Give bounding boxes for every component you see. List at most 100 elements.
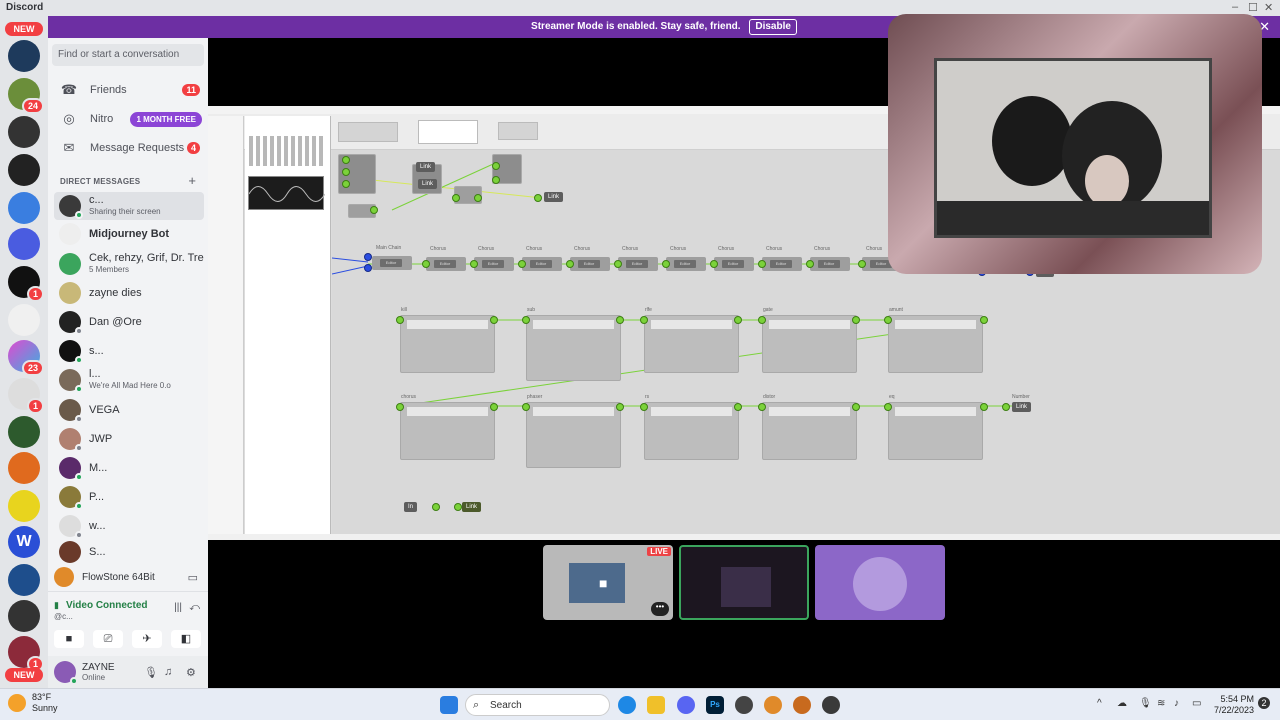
chorus-node[interactable]: Chorus Editor (762, 246, 802, 271)
screen-icon[interactable]: ▭ (188, 571, 198, 584)
disable-button[interactable]: Disable (749, 19, 797, 35)
module[interactable]: sub (526, 307, 621, 381)
dm-item[interactable]: M... (54, 454, 204, 482)
nav-nitro[interactable]: ◎ Nitro 1 MONTH FREE (54, 106, 204, 132)
dm-item[interactable]: JWP (54, 425, 204, 453)
weather-widget[interactable]: 83°F Sunny (8, 692, 58, 714)
now-playing[interactable]: FlowStone 64Bit ▭ (48, 565, 208, 589)
more-options-icon[interactable]: ••• (651, 602, 669, 616)
home-icon[interactable] (8, 40, 40, 72)
link-node[interactable]: Link (418, 179, 438, 189)
server-icon[interactable]: 1 (8, 378, 44, 414)
user-avatar[interactable] (54, 661, 78, 685)
stream-tile[interactable] (679, 545, 809, 620)
link-node[interactable]: Link (1012, 402, 1032, 412)
clock[interactable]: 5:54 PM 7/22/2023 (1214, 694, 1254, 716)
dm-item[interactable]: Midjourney Bot (54, 220, 204, 248)
chorus-node[interactable]: Chorus Editor (474, 246, 514, 271)
noise-suppression-icon[interactable]: ||| (174, 602, 182, 613)
server-icon[interactable] (8, 304, 40, 336)
microphone-tray-icon[interactable]: 🎙 (1139, 698, 1152, 709)
server-icon[interactable] (8, 228, 40, 260)
chorus-node[interactable]: Chorus Editor (810, 246, 850, 271)
chorus-node[interactable]: Chorus Editor (714, 246, 754, 271)
maximize-icon[interactable]: ☐ (1248, 1, 1258, 14)
server-icon[interactable] (8, 116, 40, 148)
dm-item[interactable]: zayne dies (54, 279, 204, 307)
dm-item[interactable]: l... We're All Mad Here 0.o (54, 366, 204, 394)
nav-friends[interactable]: ☎ Friends 11 (54, 77, 204, 103)
link-node[interactable]: Link (544, 192, 564, 202)
server-icon[interactable] (8, 416, 40, 448)
module[interactable]: distor (762, 394, 857, 460)
taskbar-search[interactable]: ⌕ Search (465, 694, 610, 716)
chorus-node[interactable]: Chorus Editor (522, 246, 562, 271)
app-icon[interactable] (764, 696, 782, 714)
in-node[interactable]: In (404, 502, 418, 512)
add-dm-button[interactable]: + (188, 173, 196, 188)
app-icon[interactable] (735, 696, 753, 714)
dm-item[interactable]: P... (54, 483, 204, 511)
server-icon[interactable] (8, 564, 40, 596)
battery-icon[interactable]: ▭ (1192, 698, 1201, 709)
microphone-icon[interactable]: 🎙 (144, 666, 158, 679)
chorus-node[interactable]: Chorus Editor (570, 246, 610, 271)
nav-message-requests[interactable]: ✉ Message Requests 4 (54, 135, 204, 161)
dm-item[interactable]: VEGA (54, 396, 204, 424)
screen-share-icon[interactable]: ⎚ (93, 630, 123, 648)
wifi-icon[interactable]: ≋ (1157, 698, 1165, 709)
start-icon[interactable] (440, 696, 458, 714)
server-icon[interactable] (8, 452, 40, 484)
category-list[interactable] (208, 116, 244, 534)
module[interactable]: chorus (400, 394, 495, 460)
server-icon[interactable] (8, 600, 40, 632)
module[interactable]: rlfe (644, 307, 739, 373)
dm-item[interactable]: w... (54, 512, 204, 540)
module[interactable]: phaser (526, 394, 621, 468)
server-icon[interactable]: W (8, 526, 40, 558)
photoshop-icon[interactable]: Ps (706, 696, 724, 714)
server-icon[interactable]: 1 (8, 266, 44, 302)
server-icon[interactable]: 1 (8, 636, 44, 672)
headphones-icon[interactable]: ♫ (164, 666, 172, 678)
link-node[interactable]: Link (416, 162, 436, 172)
cloud-icon[interactable]: ☁ (1117, 698, 1127, 709)
dm-item[interactable]: Cek, rehzy, Grif, Dr. Tre 5 Members (54, 250, 204, 278)
dm-item[interactable]: s... (54, 337, 204, 365)
server-icon[interactable]: 23 (8, 340, 44, 376)
server-icon[interactable] (8, 490, 40, 522)
chorus-node[interactable]: Chorus Editor (666, 246, 706, 271)
module[interactable]: eq (888, 394, 983, 460)
module[interactable]: gate (762, 307, 857, 373)
module[interactable]: amunt (888, 307, 983, 373)
server-icon[interactable] (8, 154, 40, 186)
module[interactable]: rs (644, 394, 739, 460)
dm-item[interactable]: Dan @Ore (54, 308, 204, 336)
dm-item[interactable]: S... (54, 541, 204, 563)
dm-item[interactable]: c... Sharing their screen (54, 192, 204, 220)
disconnect-icon[interactable]: ⤺ (189, 602, 200, 613)
module[interactable]: kill (400, 307, 495, 373)
server-icon[interactable] (8, 192, 40, 224)
chorus-node[interactable]: Chorus Editor (426, 246, 466, 271)
discord-icon[interactable] (677, 696, 695, 714)
notification-badge[interactable]: 2 (1258, 697, 1270, 709)
soundboard-icon[interactable]: ◧ (171, 630, 201, 648)
file-explorer-icon[interactable] (647, 696, 665, 714)
activity-icon[interactable]: ✈ (132, 630, 162, 648)
stream-tile[interactable]: ■ LIVE ••• (543, 545, 673, 620)
app-icon[interactable] (822, 696, 840, 714)
edge-icon[interactable] (618, 696, 636, 714)
minimize-icon[interactable]: – (1232, 1, 1238, 13)
chorus-node[interactable]: Chorus Editor (618, 246, 658, 271)
flowstone-icon[interactable] (793, 696, 811, 714)
main-chain-node[interactable]: Main Chain Editor (372, 245, 412, 270)
server-icon[interactable]: 24 (8, 78, 44, 114)
camera-icon[interactable]: ■ (54, 630, 84, 648)
volume-icon[interactable]: ♪ (1174, 698, 1179, 709)
chevron-up-icon[interactable]: ^ (1097, 698, 1102, 709)
close-window-icon[interactable]: ✕ (1264, 1, 1273, 14)
stream-tile[interactable] (815, 545, 945, 620)
search-input[interactable]: Find or start a conversation (52, 44, 204, 66)
link-node[interactable]: Link (462, 502, 482, 512)
